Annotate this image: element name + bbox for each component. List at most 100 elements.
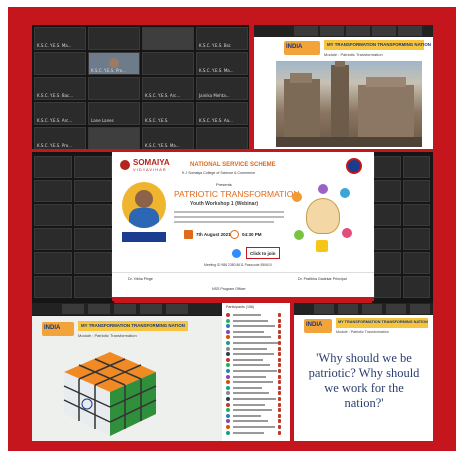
participant-name: K.S.C. Y.E.S. Aa...: [199, 118, 233, 123]
participant-avatar: [226, 425, 230, 429]
participant-tile: [88, 27, 140, 50]
participant-row[interactable]: [226, 357, 286, 362]
participant-avatar: [226, 324, 230, 329]
webinar-poster: SOMAIYA VIDYAVIHAR NATIONAL SERVICE SCHE…: [112, 152, 374, 301]
participant-name-line: [233, 386, 262, 389]
mic-icon: [278, 402, 281, 407]
participant-tile: K.S.C. Y.E.S. Ma...: [142, 127, 194, 149]
participants-panel: Participants (156): [222, 303, 290, 441]
india-logo: INDIA: [284, 41, 320, 55]
meeting-details: Meeting ID 988 2380 8611 Passcode 550610: [204, 263, 272, 267]
participant-avatar: [226, 341, 230, 345]
participant-tile: [34, 276, 72, 298]
mic-icon: [278, 313, 281, 317]
participant-row[interactable]: [226, 385, 286, 390]
mic-icon: [278, 397, 281, 401]
participant-tile: [403, 228, 430, 250]
participant-name: K.S.C. Y.E.S. Pro...: [37, 143, 72, 148]
participant-tile: K.S.C. Y.E.S. Ma...: [196, 52, 248, 75]
poster-subheadline: Youth Workshop 1 (Webinar): [190, 201, 259, 207]
participant-tile: [34, 204, 72, 226]
speaker-caption: [122, 232, 166, 242]
participant-row[interactable]: [226, 425, 286, 429]
participant-tile: [74, 156, 112, 178]
participant-row[interactable]: [226, 329, 286, 334]
participant-row[interactable]: [226, 318, 286, 323]
participant-row[interactable]: [226, 374, 286, 379]
participant-row[interactable]: [226, 402, 286, 407]
india-logo: INDIA: [42, 322, 74, 336]
participant-name: K.S.C. Y.E.S. Pro...: [91, 68, 126, 73]
participant-row[interactable]: [226, 324, 286, 329]
participant-row[interactable]: [226, 380, 286, 385]
zoom-gallery-middle-left: [32, 152, 114, 304]
participant-tile: [374, 204, 401, 226]
participant-row[interactable]: [226, 346, 286, 351]
participant-tile: K.S.C. Y.E.S. Bsc: [196, 27, 248, 50]
participant-avatar: [226, 352, 230, 357]
participant-row[interactable]: [226, 397, 286, 401]
participant-row[interactable]: [226, 363, 286, 368]
participant-name: K.S.C. Y.E.S.: [145, 118, 169, 123]
participant-name-line: [233, 431, 264, 434]
participant-avatar: [226, 369, 230, 373]
participant-name-line: [233, 342, 278, 344]
participant-row[interactable]: [226, 352, 286, 357]
participant-name-line: [233, 375, 266, 378]
participant-name: K.S.C. Y.E.S. Arc...: [145, 93, 181, 98]
participant-name-line: [233, 414, 261, 417]
mic-icon: [278, 391, 281, 396]
zoom-slide-bottom-right: INDIA MY TRANSFORMATION TRANSFORMING NAT…: [294, 303, 433, 441]
participant-name-line: [233, 330, 264, 333]
join-button[interactable]: Click to join: [246, 247, 280, 259]
participant-tile: [34, 52, 86, 75]
zoom-icon: [232, 249, 241, 258]
participant-tile: Jainika Mehta...: [196, 77, 248, 100]
participant-name-line: [233, 314, 261, 316]
participant-tile: K.S.C. Y.E.S.: [142, 102, 194, 125]
participant-name-line: [233, 398, 276, 400]
brand-sub: VIDYAVIHAR: [133, 167, 167, 172]
participant-row[interactable]: [226, 341, 286, 345]
participant-tile: [403, 276, 430, 298]
zoom-gallery-middle-right: [372, 152, 433, 304]
mic-icon: [278, 385, 281, 390]
thumbnail-strip: [32, 303, 222, 315]
participant-avatar: [226, 385, 230, 390]
participant-name-line: [233, 392, 269, 395]
participant-row[interactable]: [226, 335, 286, 340]
participant-tile: [88, 127, 140, 149]
thumbnail-strip: [254, 25, 433, 37]
participant-row[interactable]: [226, 413, 286, 418]
participant-name-line: [233, 347, 267, 350]
participant-name-line: [233, 409, 272, 412]
participant-name: K.S.C. Y.E.S. Bsc: [199, 43, 231, 48]
mic-icon: [278, 324, 281, 329]
participant-name-line: [233, 364, 270, 367]
participant-tile: K.S.C. Y.E.S. Arc...: [142, 77, 194, 100]
participant-row[interactable]: [226, 313, 286, 317]
participant-avatar: [226, 430, 230, 435]
participant-name: Lane Lanes: [91, 118, 114, 123]
nss-logo: [346, 158, 362, 174]
participant-row[interactable]: [226, 391, 286, 396]
tricolor-cube-image: [60, 350, 160, 438]
mic-icon: [278, 419, 281, 424]
participant-tile: [403, 252, 430, 274]
participant-row[interactable]: [226, 369, 286, 373]
mic-icon: [278, 413, 281, 418]
temple-photo: [276, 61, 422, 147]
participant-tile: [142, 27, 194, 50]
participant-name-line: [233, 358, 263, 361]
participant-avatar: [226, 402, 230, 407]
event-date: 7th August 2021: [196, 232, 231, 237]
india-logo: INDIA: [304, 319, 332, 333]
slide-title-banner: MY TRANSFORMATION TRANSFORMING NATION: [336, 318, 428, 328]
poster-body-line: [174, 221, 274, 223]
participant-row[interactable]: [226, 430, 286, 435]
participant-row[interactable]: [226, 419, 286, 424]
participant-tile: [74, 228, 112, 250]
participant-avatar: [226, 357, 230, 362]
participant-avatar: [226, 335, 230, 340]
participant-row[interactable]: [226, 408, 286, 413]
